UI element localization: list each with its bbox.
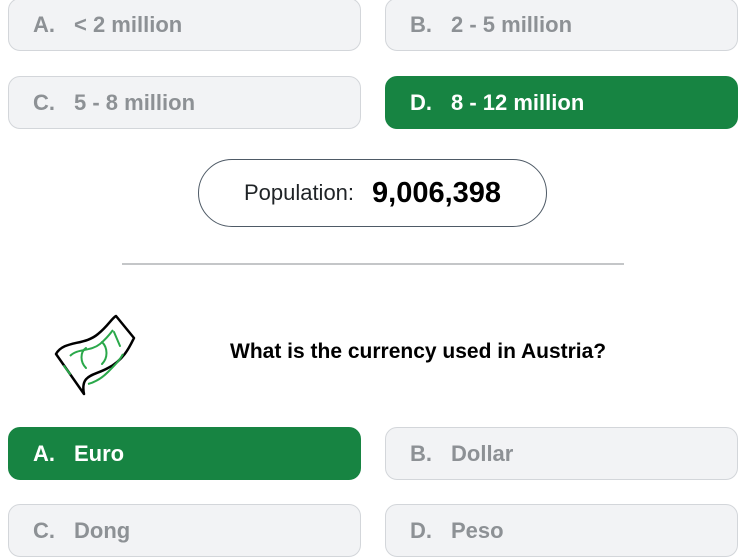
option-letter: C. [33, 517, 55, 543]
option-letter: D. [410, 89, 432, 115]
population-value: 9,006,398 [372, 176, 502, 209]
option-text: Euro [74, 440, 125, 466]
currency-option-c[interactable]: C. Dong [8, 504, 361, 557]
option-text: 5 - 8 million [74, 89, 196, 115]
option-letter: A. [33, 11, 55, 37]
banknote-icon [54, 314, 136, 396]
section-divider [122, 263, 624, 265]
currency-option-d[interactable]: D. Peso [385, 504, 738, 557]
option-letter: A. [33, 440, 55, 466]
option-text: 2 - 5 million [451, 11, 573, 37]
option-letter: B. [410, 440, 432, 466]
option-letter: C. [33, 89, 55, 115]
option-text: 8 - 12 million [451, 89, 585, 115]
population-option-c[interactable]: C. 5 - 8 million [8, 76, 361, 129]
currency-option-a[interactable]: A. Euro [8, 427, 361, 480]
population-option-d[interactable]: D. 8 - 12 million [385, 76, 738, 129]
option-text: Dong [74, 517, 131, 543]
option-letter: B. [410, 11, 432, 37]
population-option-a[interactable]: A. < 2 million [8, 0, 361, 51]
option-letter: D. [410, 517, 432, 543]
option-text: Dollar [451, 440, 514, 466]
option-text: Peso [451, 517, 504, 543]
option-text: < 2 million [74, 11, 183, 37]
currency-question-text: What is the currency used in Austria? [230, 340, 607, 363]
population-result: Population: 9,006,398 [198, 159, 547, 227]
currency-option-b[interactable]: B. Dollar [385, 427, 738, 480]
population-label: Population: [243, 180, 355, 205]
population-option-b[interactable]: B. 2 - 5 million [385, 0, 738, 51]
